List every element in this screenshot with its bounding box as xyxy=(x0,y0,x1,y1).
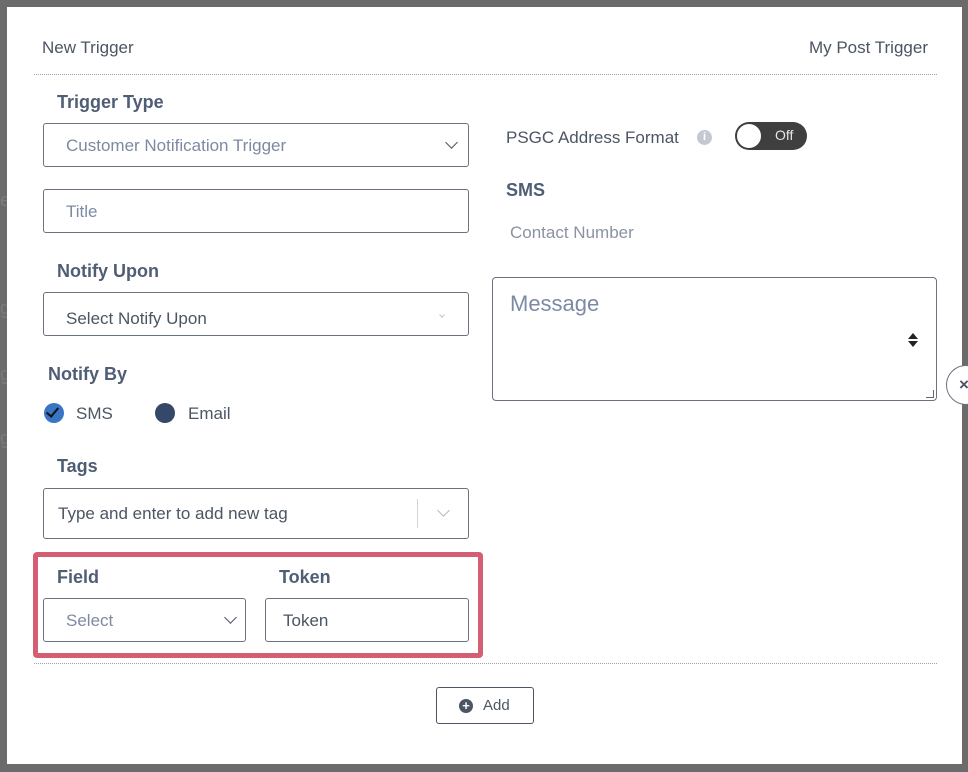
sms-section-label: SMS xyxy=(506,180,546,200)
title-input[interactable]: Title xyxy=(43,189,469,233)
modal-title: New Trigger xyxy=(42,38,134,57)
trigger-type-label: Trigger Type xyxy=(57,92,164,112)
plus-circle-icon: + xyxy=(459,699,473,713)
toggle-state: Off xyxy=(775,127,794,143)
sms-radio-label: SMS xyxy=(76,404,113,423)
notify-upon-label: Notify Upon xyxy=(57,261,159,281)
sms-radio[interactable] xyxy=(44,403,64,423)
token-label: Token xyxy=(279,567,331,587)
notify-by-label: Notify By xyxy=(48,364,128,384)
trigger-name: My Post Trigger xyxy=(808,38,928,57)
add-button[interactable]: + Add xyxy=(436,687,534,724)
token-placeholder: Token xyxy=(283,611,329,630)
modal-header: New Trigger My Post Trigger xyxy=(42,38,928,58)
trigger-type-select[interactable]: Customer Notification Trigger xyxy=(43,123,469,167)
new-trigger-modal: New Trigger My Post Trigger Trigger Type… xyxy=(7,7,962,764)
toggle-knob xyxy=(736,123,762,149)
email-radio-label: Email xyxy=(188,404,231,423)
field-placeholder: Select xyxy=(66,611,114,630)
contact-number-input[interactable]: Contact Number xyxy=(510,223,634,243)
close-icon: × xyxy=(959,375,968,394)
header-divider xyxy=(34,74,937,75)
footer-divider xyxy=(34,663,937,664)
spinner-icon[interactable] xyxy=(908,333,918,347)
tags-input[interactable]: Type and enter to add new tag xyxy=(43,488,469,539)
token-input[interactable]: Token xyxy=(265,598,469,642)
resize-handle-icon[interactable] xyxy=(926,390,934,398)
chevron-down-icon xyxy=(439,312,445,318)
message-placeholder: Message xyxy=(510,291,600,316)
chevron-down-icon[interactable] xyxy=(437,504,450,517)
trigger-type-value: Customer Notification Trigger xyxy=(66,136,287,155)
add-button-label: Add xyxy=(483,697,510,714)
tags-placeholder: Type and enter to add new tag xyxy=(58,504,288,523)
email-radio[interactable] xyxy=(155,403,175,423)
chevron-down-icon xyxy=(445,136,458,149)
title-placeholder: Title xyxy=(66,202,98,221)
tags-separator xyxy=(417,499,418,528)
info-icon[interactable]: i xyxy=(697,130,712,145)
notify-upon-placeholder: Select Notify Upon xyxy=(66,309,207,328)
psgc-toggle[interactable]: Off xyxy=(735,122,807,150)
field-label: Field xyxy=(57,567,100,587)
field-select[interactable]: Select xyxy=(43,598,246,642)
message-textarea[interactable]: Message xyxy=(492,277,937,401)
tags-label: Tags xyxy=(57,456,98,476)
notify-upon-select[interactable]: Select Notify Upon xyxy=(43,292,469,336)
psgc-label: PSGC Address Format xyxy=(506,128,679,147)
chevron-down-icon xyxy=(224,611,237,624)
